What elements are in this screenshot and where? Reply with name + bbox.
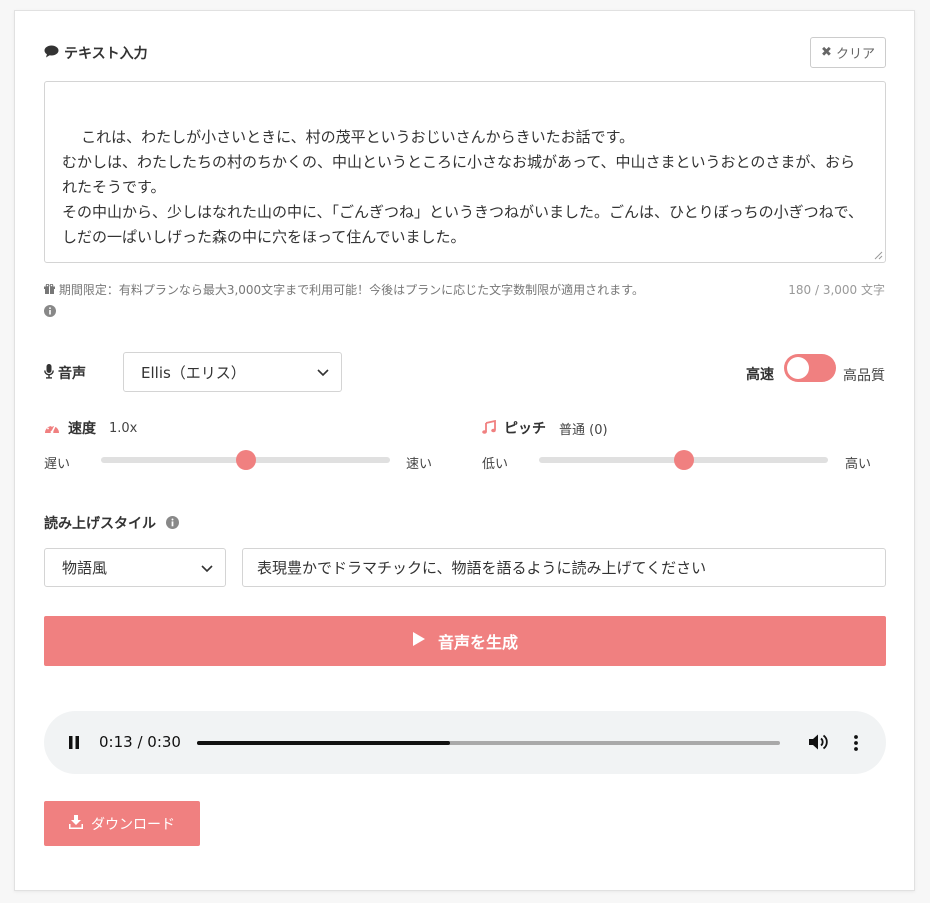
quality-toggle[interactable] xyxy=(784,354,836,382)
gift-icon xyxy=(44,283,59,297)
more-vertical-icon[interactable] xyxy=(853,734,859,756)
style-prompt-value: 表現豊かでドラマチックに、物語を語るように読み上げてください xyxy=(257,559,707,577)
chevron-down-icon xyxy=(317,363,329,381)
download-icon xyxy=(69,814,83,833)
style-heading: 読み上げスタイル xyxy=(44,513,179,533)
playback-progress-fill xyxy=(197,741,450,745)
clear-button[interactable]: ✖ クリア xyxy=(810,37,886,68)
plan-notice: 期間限定：有料プランなら最大3,000文字まで利用可能！今後はプランに応じた文字… xyxy=(44,279,764,323)
speed-max-label: 速い xyxy=(406,457,433,472)
text-input-value: これは、わたしが小さいときに、村の茂平というおじいさんからきいたお話です。 むか… xyxy=(62,128,864,246)
toggle-left-label: 高速 xyxy=(746,367,774,383)
pause-icon[interactable] xyxy=(68,735,80,754)
info-icon[interactable] xyxy=(44,305,56,319)
toggle-right-label: 高品質 xyxy=(843,368,885,384)
generate-audio-label: 音声を生成 xyxy=(437,633,518,652)
resize-grip-icon[interactable] xyxy=(874,251,883,260)
voice-select[interactable]: Ellis（エリス） xyxy=(123,352,342,392)
pitch-value: 普通 (0) xyxy=(559,422,608,438)
text-input-area[interactable]: これは、わたしが小さいときに、村の茂平というおじいさんからきいたお話です。 むか… xyxy=(44,81,886,263)
pitch-label: ピッチ xyxy=(504,421,546,437)
plan-notice-text: 期間限定：有料プランなら最大3,000文字まで利用可能！今後はプランに応じた文字… xyxy=(58,283,644,297)
speed-value: 1.0x xyxy=(109,420,138,436)
speed-slider[interactable] xyxy=(101,450,390,470)
voice-select-value: Ellis（エリス） xyxy=(141,363,246,382)
tts-panel: テキスト入力 ✖ クリア これは、わたしが小さいときに、村の茂平というおじいさん… xyxy=(14,10,915,891)
volume-icon[interactable] xyxy=(808,733,828,755)
style-prompt-input[interactable]: 表現豊かでドラマチックに、物語を語るように読み上げてください xyxy=(242,548,886,587)
playback-progress[interactable] xyxy=(197,741,780,745)
speed-slider-thumb[interactable] xyxy=(235,450,256,470)
comment-icon xyxy=(44,45,59,62)
close-icon: ✖ xyxy=(821,45,832,60)
text-input-heading: テキスト入力 xyxy=(44,43,148,63)
playback-time: 0:13 / 0:30 xyxy=(99,733,181,751)
speed-heading: 速度 1.0x xyxy=(44,418,137,438)
character-counter: 180 / 3,000 文字 xyxy=(788,283,885,297)
voice-label-text: 音声 xyxy=(58,366,86,382)
clear-button-label: クリア xyxy=(835,47,875,62)
toggle-knob xyxy=(787,357,809,379)
voice-label: 音声 xyxy=(44,363,86,383)
style-select[interactable]: 物語風 xyxy=(44,548,226,587)
download-button[interactable]: ダウンロード xyxy=(44,801,200,846)
info-icon[interactable] xyxy=(166,514,179,533)
pitch-slider[interactable] xyxy=(539,450,828,470)
play-icon xyxy=(412,631,426,651)
chevron-down-icon xyxy=(201,559,213,577)
text-input-title: テキスト入力 xyxy=(64,46,148,62)
dashboard-icon xyxy=(44,419,60,438)
pitch-slider-thumb[interactable] xyxy=(673,450,694,470)
generate-audio-button[interactable]: 音声を生成 xyxy=(44,616,886,666)
style-label: 読み上げスタイル xyxy=(44,516,156,532)
download-label: ダウンロード xyxy=(91,816,175,833)
pitch-max-label: 高い xyxy=(845,457,872,472)
music-note-icon xyxy=(482,419,496,438)
audio-player: 0:13 / 0:30 xyxy=(44,711,886,774)
style-select-value: 物語風 xyxy=(62,559,108,577)
pitch-min-label: 低い xyxy=(482,457,509,472)
pitch-heading: ピッチ 普通 (0) xyxy=(482,418,608,438)
microphone-icon xyxy=(44,363,54,383)
speed-min-label: 遅い xyxy=(44,457,71,472)
speed-label: 速度 xyxy=(68,421,96,437)
